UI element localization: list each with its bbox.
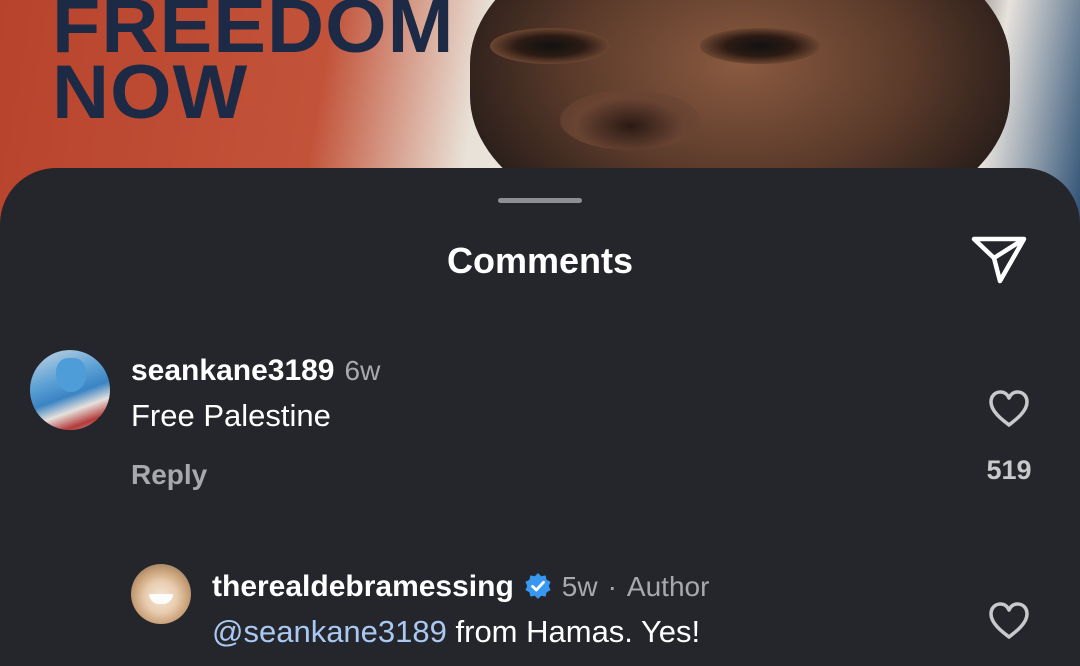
portrait-right-eye bbox=[700, 28, 820, 64]
comment-time: 5w bbox=[561, 571, 598, 602]
avatar[interactable] bbox=[30, 350, 110, 430]
comment-header: therealdebramessing 5w · Author bbox=[212, 568, 709, 604]
heart-icon[interactable] bbox=[988, 390, 1030, 428]
comment-username[interactable]: therealdebramessing bbox=[212, 570, 514, 604]
sheet-drag-handle[interactable] bbox=[498, 198, 582, 203]
comment-text: Free Palestine bbox=[131, 398, 331, 433]
sheet-title: Comments bbox=[446, 240, 634, 281]
comment-body: from Hamas. Yes! bbox=[446, 614, 701, 649]
verified-badge-icon bbox=[525, 573, 551, 599]
send-icon[interactable] bbox=[970, 234, 1028, 286]
comment-username[interactable]: seankane3189 bbox=[131, 354, 335, 388]
post-headline: FREEDOM NOW bbox=[52, 0, 455, 135]
like-count: 519 bbox=[986, 455, 1032, 485]
comment-header: seankane3189 6w bbox=[131, 354, 380, 388]
comments-sheet: Comments seankane3189 6w Free Palestine … bbox=[0, 168, 1080, 666]
comment-text: @seankane3189 from Hamas. Yes! bbox=[212, 614, 700, 650]
author-label: Author bbox=[626, 571, 710, 602]
meta-separator: · bbox=[607, 571, 617, 602]
portrait-nose bbox=[560, 90, 700, 150]
reply-button[interactable]: Reply bbox=[131, 459, 207, 491]
comment-time: 6w bbox=[344, 355, 381, 386]
portrait-left-eye bbox=[490, 28, 610, 64]
mention-link[interactable]: @seankane3189 bbox=[212, 614, 447, 649]
heart-icon[interactable] bbox=[988, 602, 1030, 640]
avatar[interactable] bbox=[131, 564, 191, 624]
